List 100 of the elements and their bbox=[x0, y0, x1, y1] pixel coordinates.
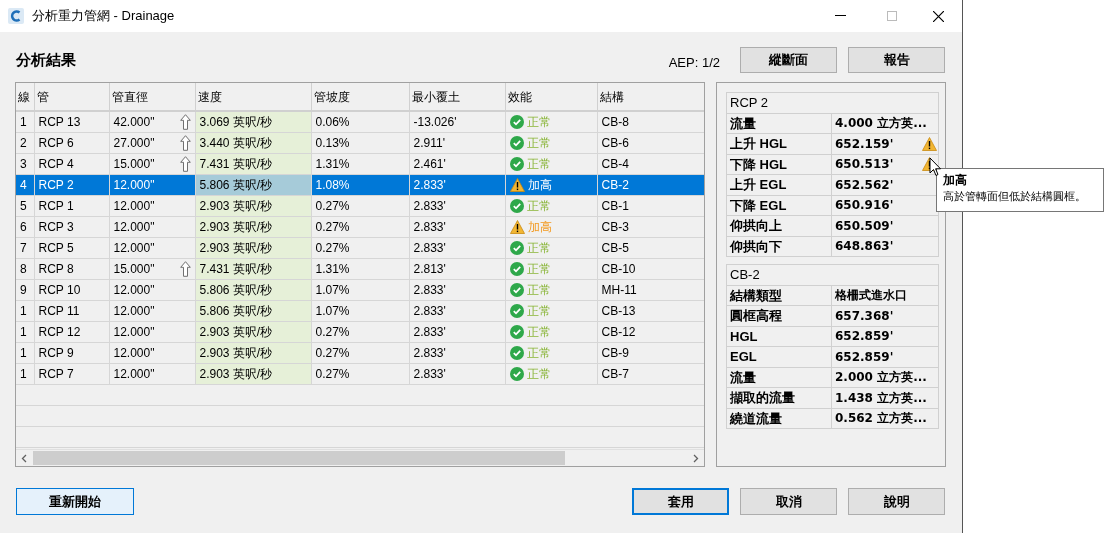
table-row[interactable]: 1 RCP 11 12.000" 5.806 英呎/秒 1.07% 2.833' 正常 CB-13 bbox=[16, 300, 704, 321]
table-cell: 2 bbox=[16, 132, 34, 153]
status-label: 正常 bbox=[526, 134, 551, 152]
status-label: 正常 bbox=[526, 113, 551, 131]
table-row[interactable]: 5 RCP 1 12.000" 2.903 英呎/秒 0.27% 2.833' 正常 CB-1 bbox=[16, 195, 704, 216]
table-cell: 1.08% bbox=[311, 174, 409, 195]
table-cell: RCP 12 bbox=[34, 321, 109, 342]
scrollbar-thumb[interactable] bbox=[33, 451, 565, 465]
column-header[interactable]: 管 bbox=[34, 83, 109, 111]
table-cell: 2.833' bbox=[409, 216, 505, 237]
close-icon[interactable] bbox=[933, 10, 944, 22]
property-value: 652.159' bbox=[831, 133, 939, 154]
table-row[interactable]: 1 RCP 13 42.000" 3.069 英呎/秒 0.06% -13.026' 正常 CB-8 bbox=[16, 111, 704, 132]
column-header[interactable]: 速度 bbox=[195, 83, 311, 111]
status-label: 正常 bbox=[526, 281, 551, 299]
status-label: 加高 bbox=[527, 218, 552, 236]
table-cell: 0.27% bbox=[311, 237, 409, 258]
table-cell: RCP 2 bbox=[34, 174, 109, 195]
table-cell: 9 bbox=[16, 279, 34, 300]
property-label: 下降 HGL bbox=[726, 154, 832, 175]
property-label: 下降 EGL bbox=[726, 195, 832, 216]
property-label: 仰拱向上 bbox=[726, 215, 832, 236]
status-label: 正常 bbox=[526, 197, 551, 215]
column-header[interactable]: 管直徑 bbox=[109, 83, 195, 111]
column-header[interactable]: 效能 bbox=[505, 83, 597, 111]
table-cell: 1 bbox=[16, 300, 34, 321]
table-cell: 15.000" bbox=[109, 153, 195, 174]
property-label: 繞道流量 bbox=[726, 408, 832, 429]
dialog-button[interactable]: 重新開始 bbox=[16, 488, 134, 515]
table-cell: 2.833' bbox=[409, 321, 505, 342]
table-cell: 2.833' bbox=[409, 174, 505, 195]
table-cell: 1 bbox=[16, 321, 34, 342]
tooltip-title: 加高 bbox=[943, 173, 968, 188]
table-row[interactable]: 6 RCP 3 12.000" 2.903 英呎/秒 0.27% 2.833' 加高 CB-3 bbox=[16, 216, 704, 237]
table-cell: 0.13% bbox=[311, 132, 409, 153]
table-cell: 1.31% bbox=[311, 258, 409, 279]
table-cell: 0.27% bbox=[311, 195, 409, 216]
table-row[interactable]: 7 RCP 5 12.000" 2.903 英呎/秒 0.27% 2.833' 正常 CB-5 bbox=[16, 237, 704, 258]
table-row[interactable]: 9 RCP 10 12.000" 5.806 英呎/秒 1.07% 2.833' 正常 MH-11 bbox=[16, 279, 704, 300]
table-cell: RCP 3 bbox=[34, 216, 109, 237]
table-cell: 42.000" bbox=[109, 111, 195, 132]
table-cell: 3 bbox=[16, 153, 34, 174]
property-value: 2.000 立方英... bbox=[831, 367, 939, 388]
table-cell: 1.07% bbox=[311, 300, 409, 321]
dialog-button[interactable]: 說明 bbox=[848, 488, 945, 515]
property-value: 657.368' bbox=[831, 305, 939, 326]
table-cell: 1 bbox=[16, 111, 34, 132]
toolbar-button[interactable]: 報告 bbox=[848, 47, 945, 73]
property-label: 流量 bbox=[726, 113, 832, 134]
table-cell: 12.000" bbox=[109, 300, 195, 321]
column-header[interactable]: 線 bbox=[16, 83, 34, 111]
dialog-button[interactable]: 取消 bbox=[740, 488, 837, 515]
horizontal-scrollbar[interactable] bbox=[16, 449, 704, 466]
column-header[interactable]: 最小覆土 bbox=[409, 83, 505, 111]
property-value: 格柵式進水口 bbox=[831, 285, 939, 306]
table-cell: 6 bbox=[16, 216, 34, 237]
property-label: 流量 bbox=[726, 367, 832, 388]
status-label: 正常 bbox=[526, 239, 551, 257]
table-cell: 5 bbox=[16, 195, 34, 216]
scroll-right-icon[interactable] bbox=[692, 453, 699, 463]
table-cell: RCP 7 bbox=[34, 363, 109, 384]
table-cell: 2.813' bbox=[409, 258, 505, 279]
column-header[interactable]: 結構 bbox=[597, 83, 704, 111]
column-header[interactable]: 管坡度 bbox=[311, 83, 409, 111]
table-cell: 2.833' bbox=[409, 300, 505, 321]
minimize-icon[interactable] bbox=[835, 15, 846, 17]
table-cell: 12.000" bbox=[109, 195, 195, 216]
toolbar-button[interactable]: 縱斷面 bbox=[740, 47, 837, 73]
tooltip-text: 高於管轉面但低於結構圓框。 bbox=[943, 189, 1087, 204]
table-row[interactable]: 4 RCP 2 12.000" 5.806 英呎/秒 1.08% 2.833' 加高 CB-2 bbox=[16, 174, 704, 195]
table-cell: 1.07% bbox=[311, 279, 409, 300]
table-cell: 2.461' bbox=[409, 153, 505, 174]
table-row[interactable]: 1 RCP 12 12.000" 2.903 英呎/秒 0.27% 2.833' 正常 CB-12 bbox=[16, 321, 704, 342]
table-cell: 15.000" bbox=[109, 258, 195, 279]
table-cell: -13.026' bbox=[409, 111, 505, 132]
table-cell: 2.911' bbox=[409, 132, 505, 153]
table-cell: 12.000" bbox=[109, 342, 195, 363]
table-cell: RCP 9 bbox=[34, 342, 109, 363]
property-value: 648.863' bbox=[831, 236, 939, 257]
table-row[interactable]: 1 RCP 9 12.000" 2.903 英呎/秒 0.27% 2.833' 正常 CB-9 bbox=[16, 342, 704, 363]
status-label: 正常 bbox=[526, 344, 551, 362]
property-value: 4.000 立方英... bbox=[831, 113, 939, 134]
table-cell: 12.000" bbox=[109, 216, 195, 237]
status-label: 加高 bbox=[527, 176, 552, 194]
property-label: 圓框高程 bbox=[726, 305, 832, 326]
table-row[interactable]: 8 RCP 8 15.000" 7.431 英呎/秒 1.31% 2.813' 正常 CB-10 bbox=[16, 258, 704, 279]
dialog-button[interactable]: 套用 bbox=[632, 488, 729, 515]
table-cell: 12.000" bbox=[109, 279, 195, 300]
table-cell: RCP 5 bbox=[34, 237, 109, 258]
scroll-left-icon[interactable] bbox=[21, 453, 28, 463]
table-cell: 7 bbox=[16, 237, 34, 258]
table-cell: 2.833' bbox=[409, 363, 505, 384]
property-value: 0.562 立方英... bbox=[831, 408, 939, 429]
table-row[interactable]: 1 RCP 7 12.000" 2.903 英呎/秒 0.27% 2.833' 正常 CB-7 bbox=[16, 363, 704, 384]
property-value: 650.509' bbox=[831, 215, 939, 236]
table-cell: 2.833' bbox=[409, 279, 505, 300]
table-row[interactable]: 2 RCP 6 27.000" 3.440 英呎/秒 0.13% 2.911' 正常 CB-6 bbox=[16, 132, 704, 153]
table-cell: 12.000" bbox=[109, 174, 195, 195]
table-row[interactable]: 3 RCP 4 15.000" 7.431 英呎/秒 1.31% 2.461' 正常 CB-4 bbox=[16, 153, 704, 174]
table-cell: RCP 8 bbox=[34, 258, 109, 279]
